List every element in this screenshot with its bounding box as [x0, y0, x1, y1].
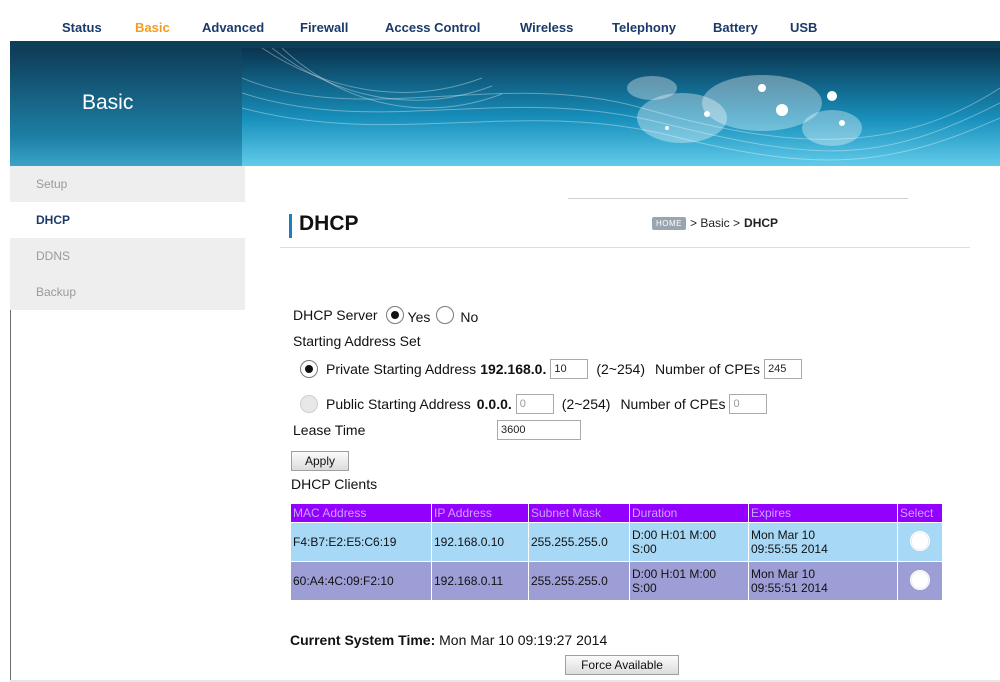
sidebar-item-dhcp[interactable]: DHCP: [10, 202, 245, 238]
expires-line2: 09:55:55 2014: [751, 542, 828, 556]
lease-time-label: Lease Time: [293, 422, 366, 438]
sidebar-item-ddns[interactable]: DDNS: [10, 238, 245, 274]
banner-title-panel: Basic: [10, 48, 242, 166]
table-row: 60:A4:4C:09:F2:10 192.168.0.11 255.255.2…: [291, 562, 942, 600]
banner-title: Basic: [82, 91, 134, 114]
sidebar: Setup DHCP DDNS Backup: [10, 166, 245, 310]
duration-line1: D:00 H:01 M:00: [632, 528, 717, 542]
col-duration: Duration: [630, 504, 748, 522]
public-address-prefix: 0.0.0.: [476, 396, 512, 412]
private-address-label: Private Starting Address: [326, 361, 477, 377]
breadcrumb: HOME > Basic > DHCP: [652, 216, 778, 230]
lease-time-input[interactable]: [497, 420, 581, 440]
header-divider: [568, 198, 908, 199]
private-cpes-label: Number of CPEs: [655, 361, 761, 377]
breadcrumb-basic: > Basic >: [690, 216, 741, 230]
nav-wireless[interactable]: Wireless: [520, 20, 573, 35]
cell-expires: Mon Mar 10 09:55:51 2014: [749, 562, 897, 600]
col-expires: Expires: [749, 504, 897, 522]
private-address-row: Private Starting Address 192.168.0. (2~2…: [300, 359, 803, 379]
nav-access-control[interactable]: Access Control: [385, 20, 480, 35]
top-nav: Status Basic Advanced Firewall Access Co…: [10, 0, 1000, 42]
lease-time-row: Lease Time: [293, 422, 365, 438]
dhcp-server-no-radio[interactable]: [436, 306, 455, 324]
breadcrumb-current: DHCP: [744, 216, 779, 230]
apply-button[interactable]: Apply: [291, 451, 349, 471]
cell-mask: 255.255.255.0: [529, 523, 629, 561]
title-accent-bar: [289, 214, 292, 238]
starting-address-label: Starting Address Set: [293, 333, 421, 349]
public-address-input[interactable]: [515, 394, 554, 414]
private-cpes-input[interactable]: [764, 359, 803, 379]
sidebar-item-setup[interactable]: Setup: [10, 166, 245, 202]
starting-address-heading: Starting Address Set: [293, 333, 421, 349]
col-subnet-mask: Subnet Mask: [529, 504, 629, 522]
col-ip-address: IP Address: [432, 504, 528, 522]
nav-battery[interactable]: Battery: [713, 20, 758, 35]
dhcp-server-no-label: No: [460, 309, 479, 325]
private-address-prefix: 192.168.0.: [480, 361, 547, 377]
expires-line1: Mon Mar 10: [751, 528, 816, 542]
dhcp-clients-table: MAC Address IP Address Subnet Mask Durat…: [290, 503, 943, 601]
nav-divider: [10, 41, 1000, 48]
select-radio[interactable]: [910, 569, 930, 590]
duration-line2: S:00: [632, 581, 657, 595]
page-title: DHCP: [299, 212, 359, 235]
private-address-radio[interactable]: [300, 360, 318, 378]
nav-status[interactable]: Status: [62, 20, 102, 35]
public-address-range: (2~254): [561, 396, 611, 412]
public-cpes-label: Number of CPEs: [620, 396, 726, 412]
cell-mask: 255.255.255.0: [529, 562, 629, 600]
dhcp-server-yes-label: Yes: [407, 309, 431, 325]
expires-line2: 09:55:51 2014: [751, 581, 828, 595]
title-divider: [280, 247, 970, 248]
table-header-row: MAC Address IP Address Subnet Mask Durat…: [291, 504, 942, 522]
dhcp-server-row: DHCP Server Yes No: [293, 305, 478, 325]
nav-advanced[interactable]: Advanced: [202, 20, 264, 35]
system-time-value: Mon Mar 10 09:19:27 2014: [439, 632, 608, 648]
expires-line1: Mon Mar 10: [751, 567, 816, 581]
public-address-radio[interactable]: [300, 395, 318, 413]
world-map-illustration: [242, 48, 1000, 166]
col-select: Select: [898, 504, 942, 522]
cell-mac: 60:A4:4C:09:F2:10: [291, 562, 431, 600]
duration-line2: S:00: [632, 542, 657, 556]
cell-select: [898, 523, 942, 561]
nav-telephony[interactable]: Telephony: [612, 20, 676, 35]
duration-line1: D:00 H:01 M:00: [632, 567, 717, 581]
nav-firewall[interactable]: Firewall: [300, 20, 348, 35]
cell-expires: Mon Mar 10 09:55:55 2014: [749, 523, 897, 561]
public-address-row: Public Starting Address 0.0.0. (2~254) N…: [300, 394, 768, 414]
cell-duration: D:00 H:01 M:00 S:00: [630, 523, 748, 561]
cell-mac: F4:B7:E2:E5:C6:19: [291, 523, 431, 561]
col-mac-address: MAC Address: [291, 504, 431, 522]
system-time: Current System Time: Mon Mar 10 09:19:27…: [290, 632, 607, 648]
dhcp-server-yes-radio[interactable]: [385, 306, 404, 324]
dhcp-clients-heading: DHCP Clients: [291, 476, 377, 492]
header-banner: Basic: [10, 48, 1000, 166]
cell-duration: D:00 H:01 M:00 S:00: [630, 562, 748, 600]
cell-ip: 192.168.0.11: [432, 562, 528, 600]
dhcp-clients-label: DHCP Clients: [291, 476, 378, 492]
public-address-label: Public Starting Address: [326, 396, 471, 412]
select-radio[interactable]: [910, 530, 930, 551]
nav-basic[interactable]: Basic: [135, 20, 170, 35]
force-available-button[interactable]: Force Available: [565, 655, 679, 675]
system-time-label: Current System Time:: [290, 632, 436, 648]
cell-select: [898, 562, 942, 600]
table-row: F4:B7:E2:E5:C6:19 192.168.0.10 255.255.2…: [291, 523, 942, 561]
cell-ip: 192.168.0.10: [432, 523, 528, 561]
dhcp-server-label: DHCP Server: [293, 307, 378, 323]
public-cpes-input[interactable]: [729, 394, 768, 414]
sidebar-item-backup[interactable]: Backup: [10, 274, 245, 310]
home-icon[interactable]: HOME: [652, 216, 686, 230]
private-address-range: (2~254): [596, 361, 646, 377]
private-address-input[interactable]: [550, 359, 589, 379]
nav-usb[interactable]: USB: [790, 20, 817, 35]
